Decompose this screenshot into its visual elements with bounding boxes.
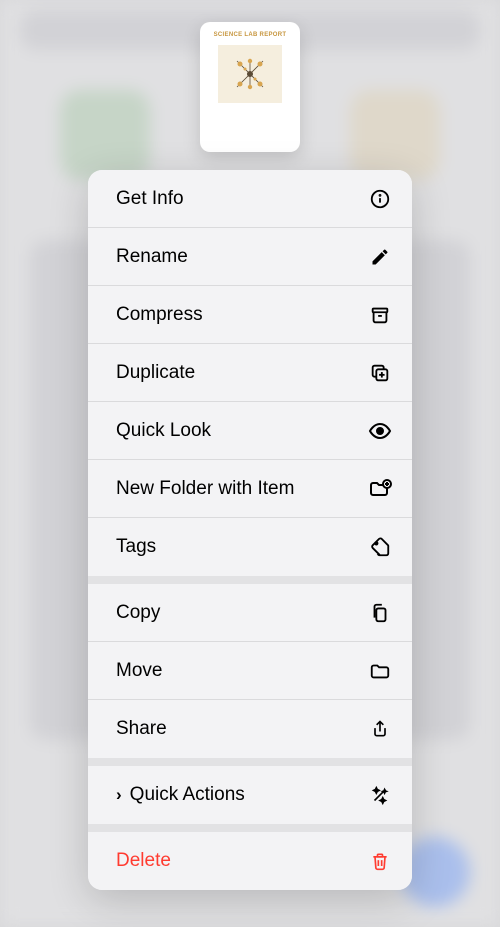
menu-item-get-info[interactable]: Get Info: [88, 170, 412, 228]
menu-item-duplicate[interactable]: Duplicate: [88, 344, 412, 402]
folder-icon: [368, 659, 392, 683]
archive-icon: [368, 303, 392, 327]
context-menu: Get Info Rename Compress Duplicate Quick…: [88, 170, 412, 890]
menu-label: Compress: [116, 304, 203, 326]
menu-item-compress[interactable]: Compress: [88, 286, 412, 344]
menu-item-delete[interactable]: Delete: [88, 832, 412, 890]
menu-separator: [88, 824, 412, 832]
menu-group-file-ops: Copy Move Share: [88, 584, 412, 758]
share-icon: [368, 717, 392, 741]
menu-item-copy[interactable]: Copy: [88, 584, 412, 642]
menu-item-quick-look[interactable]: Quick Look: [88, 402, 412, 460]
menu-label: › Quick Actions: [116, 784, 245, 806]
menu-label: Share: [116, 718, 167, 740]
menu-item-quick-actions[interactable]: › Quick Actions: [88, 766, 412, 824]
duplicate-icon: [368, 361, 392, 385]
info-icon: [368, 187, 392, 211]
eye-icon: [368, 419, 392, 443]
menu-item-tags[interactable]: Tags: [88, 518, 412, 576]
copy-icon: [368, 601, 392, 625]
tag-icon: [368, 535, 392, 559]
menu-label: Move: [116, 660, 162, 682]
menu-label: Tags: [116, 536, 156, 558]
menu-separator: [88, 576, 412, 584]
menu-label: New Folder with Item: [116, 478, 294, 500]
menu-group-destructive: Delete: [88, 832, 412, 890]
file-preview-thumbnail: SCIENCE LAB REPORT: [200, 22, 300, 152]
menu-label-text: Quick Actions: [130, 784, 245, 806]
menu-item-rename[interactable]: Rename: [88, 228, 412, 286]
menu-label: Duplicate: [116, 362, 195, 384]
menu-label: Rename: [116, 246, 188, 268]
menu-group-primary: Get Info Rename Compress Duplicate Quick…: [88, 170, 412, 576]
preview-graphic: [218, 45, 282, 103]
menu-group-quick-actions: › Quick Actions: [88, 766, 412, 824]
menu-label: Quick Look: [116, 420, 211, 442]
sparkle-icon: [368, 783, 392, 807]
menu-label: Copy: [116, 602, 160, 624]
chevron-right-icon: ›: [116, 785, 122, 805]
preview-title: SCIENCE LAB REPORT: [214, 32, 287, 38]
folder-plus-icon: [368, 477, 392, 501]
menu-label: Delete: [116, 850, 171, 872]
menu-label: Get Info: [116, 188, 184, 210]
menu-item-move[interactable]: Move: [88, 642, 412, 700]
trash-icon: [368, 849, 392, 873]
menu-item-share[interactable]: Share: [88, 700, 412, 758]
menu-item-new-folder-with-item[interactable]: New Folder with Item: [88, 460, 412, 518]
pencil-icon: [368, 245, 392, 269]
menu-separator: [88, 758, 412, 766]
